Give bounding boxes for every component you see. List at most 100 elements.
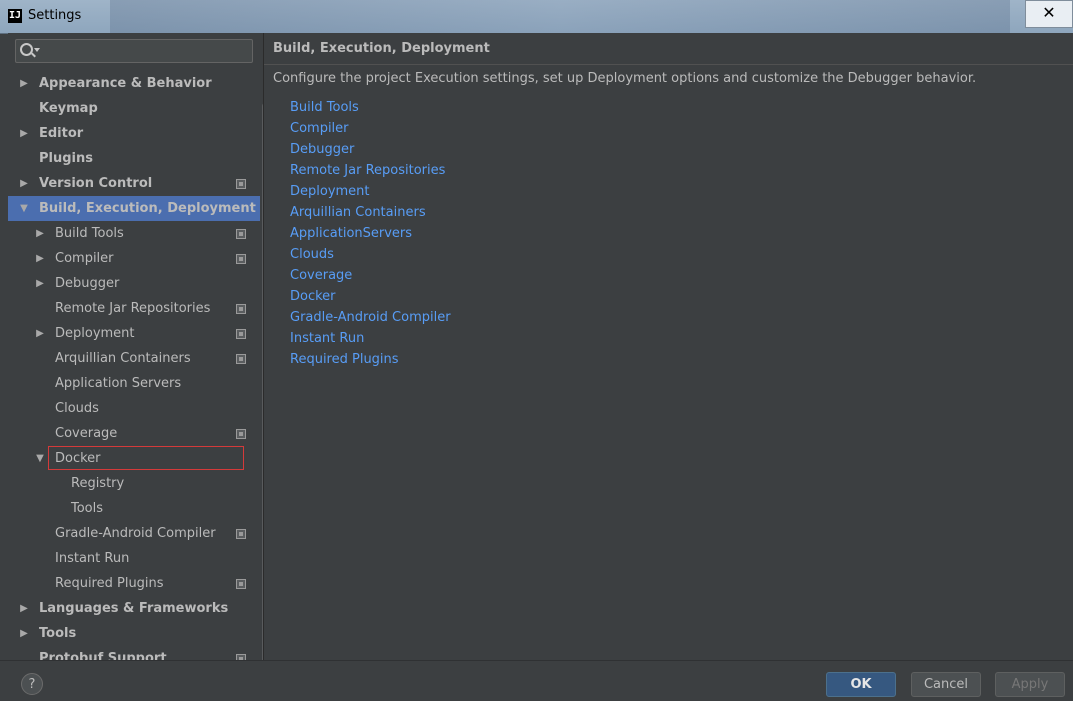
ok-button[interactable]: OK xyxy=(826,672,896,697)
sidebar-item[interactable]: Tools xyxy=(8,496,260,521)
subsection-link[interactable]: Arquillian Containers xyxy=(290,202,451,223)
sidebar-item-label: Build, Execution, Deployment xyxy=(39,201,256,216)
settings-content: Build, Execution, Deployment Configure t… xyxy=(264,33,1073,660)
sidebar-item[interactable]: Arquillian Containers xyxy=(8,346,260,371)
project-scope-icon xyxy=(236,304,246,314)
sidebar-item-label: Protobuf Support xyxy=(39,651,167,660)
sidebar-item[interactable]: ▶ Debugger xyxy=(8,271,260,296)
sidebar-item[interactable]: Remote Jar Repositories xyxy=(8,296,260,321)
window-title: Settings xyxy=(28,8,82,23)
collapsed-arrow-icon[interactable]: ▶ xyxy=(34,246,46,271)
sidebar-item[interactable]: ▼ Docker xyxy=(8,446,260,471)
subsection-link[interactable]: Clouds xyxy=(290,244,451,265)
sidebar-item[interactable]: Keymap xyxy=(8,96,260,121)
search-input[interactable] xyxy=(15,39,253,63)
sidebar-item[interactable]: Coverage xyxy=(8,421,260,446)
sidebar-item[interactable]: Gradle-Android Compiler xyxy=(8,521,260,546)
sidebar-item-label: Clouds xyxy=(55,401,99,416)
page-title: Build, Execution, Deployment xyxy=(273,41,490,56)
search-dropdown-icon[interactable] xyxy=(34,48,40,52)
sidebar-item-label: Compiler xyxy=(55,251,114,266)
collapsed-arrow-icon[interactable]: ▶ xyxy=(34,221,46,246)
subsection-link[interactable]: Docker xyxy=(290,286,451,307)
header-divider xyxy=(264,64,1073,65)
subsection-link[interactable]: Coverage xyxy=(290,265,451,286)
sidebar-item-label: Gradle-Android Compiler xyxy=(55,526,216,541)
settings-sidebar: ▶ Appearance & Behavior Keymap ▶ Editor Plugi… xyxy=(8,33,264,660)
project-scope-icon xyxy=(236,179,246,189)
project-scope-icon xyxy=(236,354,246,364)
project-scope-icon xyxy=(236,429,246,439)
subsection-link[interactable]: Debugger xyxy=(290,139,451,160)
project-scope-icon xyxy=(236,254,246,264)
search-icon xyxy=(20,43,33,56)
sidebar-item[interactable]: ▶ Editor xyxy=(8,121,260,146)
sidebar-item-label: Registry xyxy=(71,476,125,491)
cancel-button[interactable]: Cancel xyxy=(911,672,981,697)
sidebar-item-label: Remote Jar Repositories xyxy=(55,301,211,316)
sidebar-item[interactable]: ▼ Build, Execution, Deployment xyxy=(8,196,260,221)
sidebar-item-label: Keymap xyxy=(39,101,98,116)
collapsed-arrow-icon[interactable]: ▶ xyxy=(18,596,30,621)
collapsed-arrow-icon[interactable]: ▶ xyxy=(34,321,46,346)
sidebar-item-label: Arquillian Containers xyxy=(55,351,191,366)
expanded-arrow-icon[interactable]: ▼ xyxy=(34,446,46,471)
project-scope-icon xyxy=(236,579,246,589)
subsection-link[interactable]: Build Tools xyxy=(290,97,451,118)
expanded-arrow-icon[interactable]: ▼ xyxy=(18,196,30,221)
intellij-app-icon: IJ xyxy=(8,9,22,23)
sidebar-item-label: Deployment xyxy=(55,326,135,341)
sidebar-item[interactable]: ▶ Deployment xyxy=(8,321,260,346)
collapsed-arrow-icon[interactable]: ▶ xyxy=(18,621,30,646)
sidebar-item-label: Version Control xyxy=(39,176,153,191)
page-description: Configure the project Execution settings… xyxy=(273,71,977,86)
sidebar-item[interactable]: Application Servers xyxy=(8,371,260,396)
sidebar-item-label: Appearance & Behavior xyxy=(39,76,212,91)
sidebar-item[interactable]: Instant Run xyxy=(8,546,260,571)
subsection-link[interactable]: Gradle-Android Compiler xyxy=(290,307,451,328)
sidebar-item-label: Coverage xyxy=(55,426,118,441)
sidebar-item-label: Editor xyxy=(39,126,84,141)
sidebar-item-label: Tools xyxy=(71,501,104,516)
sidebar-item-label: Languages & Frameworks xyxy=(39,601,229,616)
subsection-link[interactable]: Compiler xyxy=(290,118,451,139)
settings-tree: ▶ Appearance & Behavior Keymap ▶ Editor Plugi… xyxy=(8,71,260,660)
sidebar-item[interactable]: Required Plugins xyxy=(8,571,260,596)
project-scope-icon xyxy=(236,229,246,239)
subsection-link[interactable]: Deployment xyxy=(290,181,451,202)
sidebar-item-label: Required Plugins xyxy=(55,576,164,591)
dialog-footer: ? OK Cancel Apply xyxy=(0,660,1073,701)
sidebar-item[interactable]: ▶ Languages & Frameworks xyxy=(8,596,260,621)
annotation-highlight-box xyxy=(48,446,244,470)
project-scope-icon xyxy=(236,329,246,339)
subsection-link[interactable]: Required Plugins xyxy=(290,349,451,370)
sidebar-item-label: Plugins xyxy=(39,151,93,166)
collapsed-arrow-icon[interactable]: ▶ xyxy=(18,171,30,196)
subsection-link[interactable]: Remote Jar Repositories xyxy=(290,160,451,181)
sidebar-item[interactable]: Protobuf Support xyxy=(8,646,260,660)
collapsed-arrow-icon[interactable]: ▶ xyxy=(18,71,30,96)
sidebar-item-label: Debugger xyxy=(55,276,120,291)
sidebar-item-label: Tools xyxy=(39,626,77,641)
sidebar-item-label: Application Servers xyxy=(55,376,182,391)
close-icon[interactable]: ✕ xyxy=(1025,0,1073,28)
sidebar-item[interactable]: Clouds xyxy=(8,396,260,421)
collapsed-arrow-icon[interactable]: ▶ xyxy=(18,121,30,146)
sidebar-item[interactable]: Plugins xyxy=(8,146,260,171)
sidebar-item[interactable]: ▶ Build Tools xyxy=(8,221,260,246)
sidebar-item[interactable]: Registry xyxy=(8,471,260,496)
collapsed-arrow-icon[interactable]: ▶ xyxy=(34,271,46,296)
apply-button[interactable]: Apply xyxy=(995,672,1065,697)
sidebar-item-label: Instant Run xyxy=(55,551,130,566)
sidebar-item[interactable]: ▶ Version Control xyxy=(8,171,260,196)
sidebar-item[interactable]: ▶ Tools xyxy=(8,621,260,646)
title-bar-background xyxy=(110,0,1010,33)
project-scope-icon xyxy=(236,529,246,539)
sidebar-item[interactable]: ▶ Compiler xyxy=(8,246,260,271)
help-button[interactable]: ? xyxy=(21,673,43,695)
subsection-link[interactable]: Instant Run xyxy=(290,328,451,349)
sidebar-item-label: Build Tools xyxy=(55,226,124,241)
sidebar-item[interactable]: ▶ Appearance & Behavior xyxy=(8,71,260,96)
subsection-link[interactable]: ApplicationServers xyxy=(290,223,451,244)
title-bar: IJ Settings ✕ xyxy=(0,0,1073,34)
